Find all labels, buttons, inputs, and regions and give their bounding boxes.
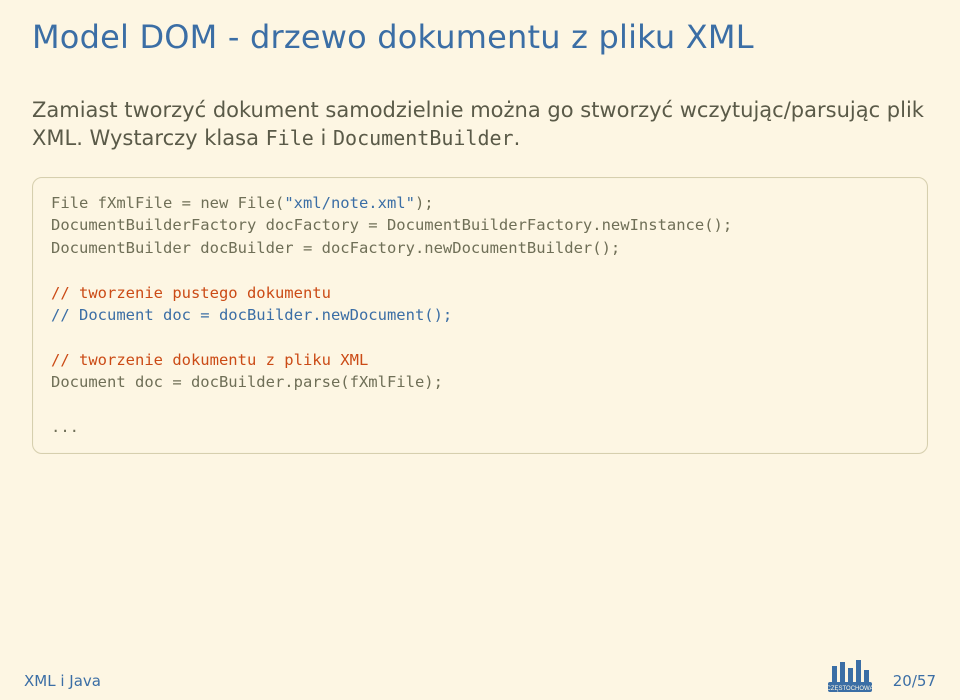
code-line-2: DocumentBuilderFactory docFactory = Docu… [51, 216, 732, 234]
footer-left: XML i Java [24, 672, 101, 690]
code-ellipsis: ... [51, 418, 79, 436]
code-line-1a: File fXmlFile = [51, 194, 200, 212]
code-line-3: DocumentBuilder docBuilder = docFactory.… [51, 239, 620, 257]
code-line-9: Document doc = docBuilder.parse(fXmlFile… [51, 373, 443, 391]
svg-text:CZĘSTOCHOWA: CZĘSTOCHOWA [828, 686, 872, 692]
inline-code-documentbuilder: DocumentBuilder [333, 126, 514, 150]
intro-text-mid: i [314, 126, 333, 150]
code-line-1e: ); [415, 194, 434, 212]
footer: XML i Java 20/57 [0, 672, 960, 690]
code-comment-line-1: // Document doc = docBuilder.newDocument… [51, 306, 452, 324]
code-line-1c: File( [228, 194, 284, 212]
code-comment-title-2: // tworzenie dokumentu z pliku XML [51, 351, 368, 369]
intro-text-after: . [514, 126, 521, 150]
code-block: File fXmlFile = new File("xml/note.xml")… [32, 177, 928, 454]
code-keyword-new: new [200, 194, 228, 212]
institution-logo-icon: CZĘSTOCHOWA [828, 660, 872, 692]
intro-paragraph: Zamiast tworzyć dokument samodzielnie mo… [32, 96, 928, 153]
code-string-path: "xml/note.xml" [284, 194, 415, 212]
slide: Model DOM - drzewo dokumentu z pliku XML… [0, 0, 960, 700]
footer-right: 20/57 [893, 672, 936, 690]
code-comment-title-1: // tworzenie pustego dokumentu [51, 284, 331, 302]
slide-title: Model DOM - drzewo dokumentu z pliku XML [32, 18, 928, 56]
inline-code-file: File [266, 126, 314, 150]
